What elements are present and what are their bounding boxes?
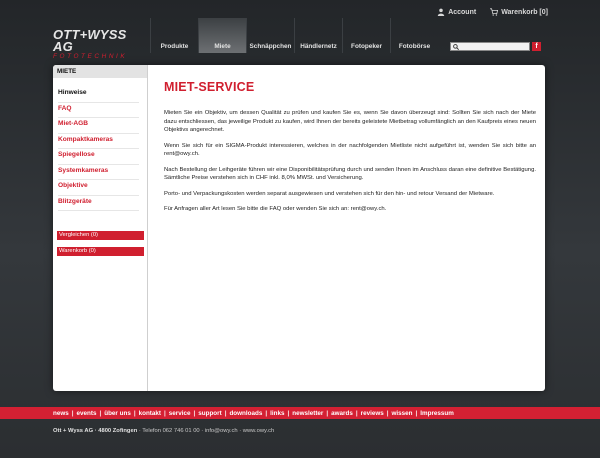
facebook-icon[interactable]: f (532, 42, 541, 51)
nav-tab-miete[interactable]: Miete (198, 18, 246, 53)
footer-link-wissen[interactable]: wissen (392, 410, 413, 417)
footer-separator: | (133, 409, 136, 417)
footer-link-awards[interactable]: awards (331, 410, 353, 417)
account-link[interactable]: Account (437, 6, 476, 18)
footer-link-events[interactable]: events (77, 410, 97, 417)
sidebar: MIETE Hinweise FAQ Miet-AGB Kompaktkamer… (53, 65, 148, 391)
sidebar-item-systemkameras[interactable]: Systemkameras (58, 165, 139, 180)
sidebar-item-miet-agb[interactable]: Miet-AGB (58, 118, 139, 134)
paragraph-shipping: Porto- und Verpackungskosten werden sepa… (164, 190, 495, 197)
footer-link-support[interactable]: support (198, 410, 221, 417)
page-title: MIET-SERVICE (164, 80, 255, 94)
footer-separator: | (326, 409, 329, 417)
account-bar: Account Warenkorb [0] (437, 6, 548, 18)
sidebar-item-hinweise[interactable]: Hinweise (58, 87, 139, 103)
footer-link-kontakt[interactable]: kontakt (139, 410, 161, 417)
sidebar-heading: MIETE (53, 65, 147, 78)
sidebar-item-objektive[interactable]: Objektive (58, 180, 139, 196)
footer-separator: | (265, 409, 268, 417)
sidebar-cart-button[interactable]: Warenkorb (0) (57, 247, 144, 256)
footer-contact: · Telefon 062 746 01 00 · info@owy.ch · … (137, 428, 275, 434)
nav-tab-fotopeker[interactable]: Fotopeker (342, 18, 390, 53)
paragraph-intro: Mieten Sie ein Objektiv, um dessen Quali… (164, 110, 536, 133)
footer-separator: | (193, 409, 196, 417)
search-input[interactable] (461, 43, 527, 50)
search-box (450, 42, 530, 51)
account-label: Account (448, 8, 477, 16)
footer-separator: | (287, 409, 290, 417)
footer-company: Ott + Wyss AG · 4800 Zofingen (53, 428, 138, 434)
footer-link-impressum[interactable]: Impressum (420, 410, 454, 417)
cart-icon (490, 8, 499, 16)
footer-link-news[interactable]: news (53, 410, 69, 417)
footer-link-links[interactable]: links (270, 410, 284, 417)
footer-link-downloads[interactable]: downloads (229, 410, 262, 417)
footer-separator: | (164, 409, 166, 417)
logo-tagline: FOTOTECHNIK (53, 53, 128, 60)
sidebar-item-kompaktkameras[interactable]: Kompaktkameras (58, 134, 139, 149)
footer-separator: | (99, 409, 102, 417)
sidebar-menu: Hinweise FAQ Miet-AGB Kompaktkameras Spi… (53, 78, 147, 211)
footer-separator: | (415, 409, 418, 417)
main-content: MIET-SERVICE Mieten Sie ein Objektiv, um… (164, 80, 536, 221)
content-panel: MIETE Hinweise FAQ Miet-AGB Kompaktkamer… (53, 65, 545, 391)
footer-link-bar: news | events | über uns | kontakt | service… (0, 407, 600, 419)
paragraph-sigma: Wenn Sie sich für ein SIGMA-Produkt inte… (164, 142, 536, 158)
footer-link-reviews[interactable]: reviews (361, 410, 384, 417)
search-icon[interactable] (453, 43, 459, 50)
nav-tab-schnaeppchen[interactable]: Schnäppchen (246, 18, 294, 53)
footer-separator: | (224, 409, 227, 417)
main-nav: Produkte Miete Schnäppchen Händlernetz F… (150, 18, 438, 53)
logo-name: OTT+WYSS AG (53, 27, 127, 54)
footer-separator: | (355, 409, 358, 417)
cart-label: Warenkorb [0] (501, 8, 548, 16)
compare-button[interactable]: Vergleichen (0) (57, 231, 144, 240)
nav-tab-fotoboerse[interactable]: Fotobörse (390, 18, 438, 53)
paragraph-contact: Für Anfragen aller Art lesen Sie bitte d… (164, 206, 387, 212)
nav-tab-haendlernetz[interactable]: Händlernetz (294, 18, 342, 53)
footer-link-service[interactable]: service (169, 410, 191, 417)
footer-link-newsletter[interactable]: newsletter (292, 410, 323, 417)
paragraph-order: Nach Bestellung der Leihgeräte führen wi… (164, 166, 536, 182)
sidebar-item-blitzgeraete[interactable]: Blitzgeräte (58, 196, 139, 211)
footer-separator: | (386, 409, 389, 417)
cart-link[interactable]: Warenkorb [0] (490, 6, 548, 18)
footer-info: Ott + Wyss AG · 4800 Zofingen · Telefon … (53, 428, 274, 434)
nav-tab-produkte[interactable]: Produkte (150, 18, 198, 53)
company-logo[interactable]: OTT+WYSS AG FOTOTECHNIK (53, 27, 143, 61)
sidebar-item-faq[interactable]: FAQ (58, 103, 139, 118)
footer-link-ueber-uns[interactable]: über uns (104, 410, 131, 417)
user-icon (437, 8, 445, 16)
footer-separator: | (71, 409, 74, 417)
sidebar-item-spiegellose[interactable]: Spiegellose (58, 149, 139, 165)
